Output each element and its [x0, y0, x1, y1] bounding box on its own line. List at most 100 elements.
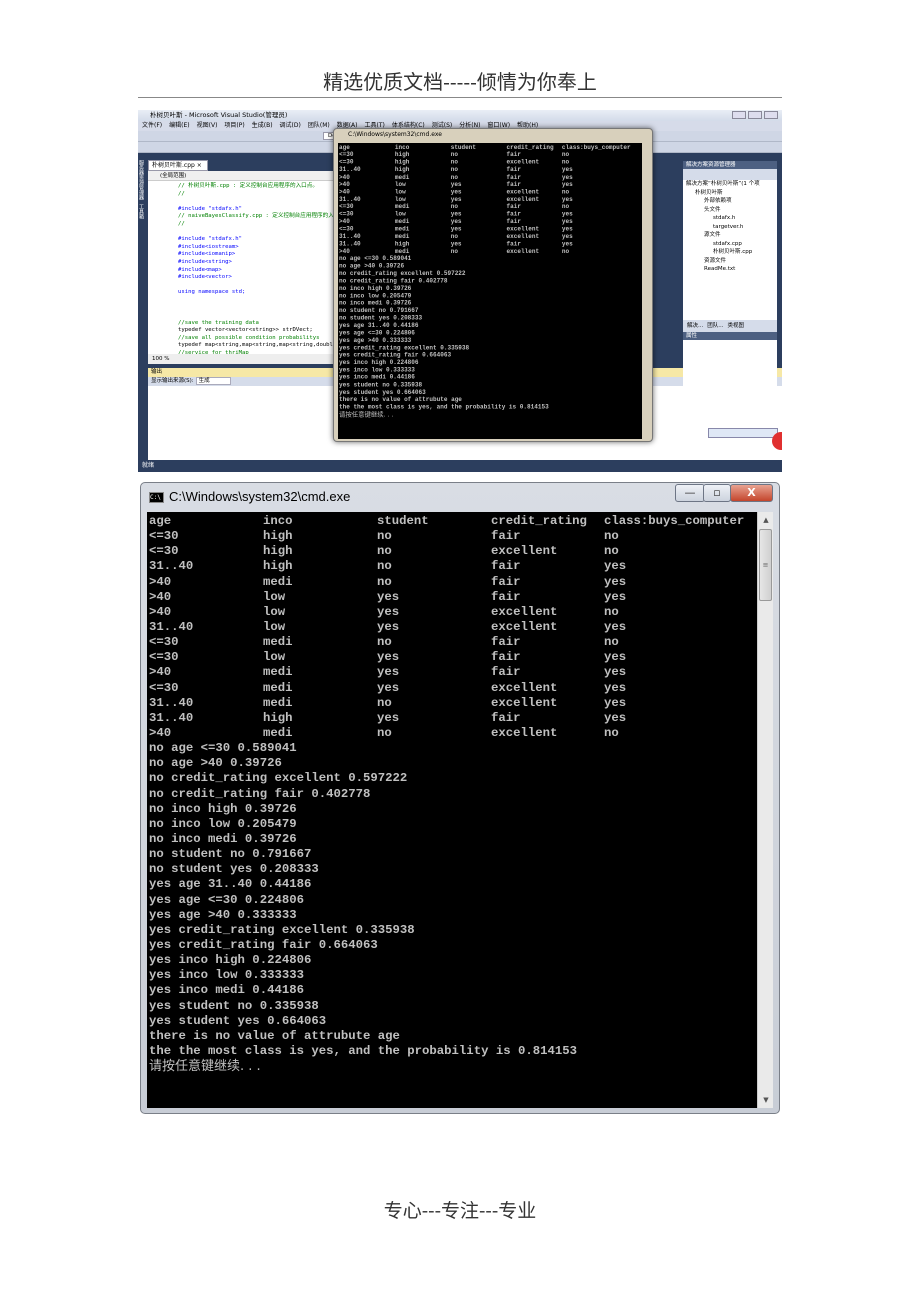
- vertical-scrollbar[interactable]: ▲ ≡ ▼: [757, 512, 773, 1108]
- console-cell: yes: [604, 559, 627, 574]
- cmd-title: C:\Windows\system32\cmd.exe: [169, 489, 351, 504]
- console-cell: high: [263, 710, 293, 725]
- menu-item[interactable]: 生成(B): [252, 121, 273, 131]
- console-cell: fair: [506, 218, 522, 226]
- console-cell: >40: [338, 181, 350, 188]
- console-cell: yes: [377, 650, 400, 665]
- console-cell: <=30: [338, 158, 354, 166]
- console-line: no inco low 0.205479: [149, 816, 297, 831]
- console-line: no age >40 0.39726: [338, 262, 405, 270]
- console-cell: excellent: [491, 725, 558, 740]
- console-cell: no: [377, 695, 392, 710]
- menu-item[interactable]: 团队(M): [308, 121, 330, 131]
- console-line: yes inco low 0.333333: [149, 968, 304, 983]
- console-line: no age <=30 0.589041: [338, 255, 412, 263]
- console-cell: no: [450, 233, 458, 240]
- solution-item[interactable]: 解决方案“朴树贝叶斯”(1 个项: [683, 180, 777, 189]
- cmd-console: age inco student credit_rating class:buys_co…: [147, 512, 759, 1108]
- solution-toolbar: [683, 169, 777, 180]
- console-cell: no: [450, 173, 458, 181]
- console-cell: yes: [561, 240, 573, 248]
- console-cell: no: [377, 635, 392, 650]
- close-button[interactable]: [764, 111, 778, 119]
- console-cell: yes: [604, 619, 627, 634]
- solution-item[interactable]: 源文件: [683, 231, 777, 240]
- console-line: no inco medi 0.39726: [149, 831, 297, 846]
- scrollbar-thumb[interactable]: ≡: [759, 529, 772, 601]
- console-cell: yes: [561, 233, 573, 240]
- console-cell: 31..40: [338, 233, 361, 240]
- console-line: yes inco medi 0.44186: [338, 373, 415, 381]
- console-cell: yes: [561, 195, 573, 203]
- solution-item[interactable]: stdafx.h: [683, 214, 777, 223]
- console-cell: medi: [394, 247, 410, 255]
- console-cell: medi: [263, 574, 293, 589]
- console-table-row: 31..40 high no fair yes: [149, 559, 759, 574]
- console-cell: credit_rating: [506, 143, 554, 151]
- menu-item[interactable]: 项目(P): [224, 121, 244, 131]
- console-cell: yes: [377, 619, 400, 634]
- console-cell: >40: [338, 188, 350, 196]
- console-cell: low: [263, 650, 286, 665]
- solution-item[interactable]: 资源文件: [683, 257, 777, 266]
- scroll-down-arrow-icon[interactable]: ▼: [758, 1092, 774, 1108]
- console-cell: yes: [377, 665, 400, 680]
- maximize-button[interactable]: ▫: [703, 484, 731, 502]
- console-cell: excellent: [506, 233, 540, 240]
- console-table-row: <=30 medi no fair no: [339, 203, 642, 210]
- console-cell: inco: [394, 143, 410, 151]
- menu-item[interactable]: 文件(F): [142, 121, 162, 131]
- solution-tab[interactable]: 类视图: [728, 320, 745, 332]
- close-button[interactable]: X: [730, 484, 773, 502]
- console-cell: 31..40: [338, 240, 361, 248]
- console-cell: 31..40: [149, 695, 194, 710]
- console-cell: age: [149, 514, 172, 528]
- console-cell: no: [377, 574, 392, 589]
- solution-item[interactable]: 朴树贝叶斯: [683, 189, 777, 198]
- console-line: yes credit_rating fair 0.664063: [338, 351, 452, 359]
- editor-tab[interactable]: 朴树贝叶斯.cpp ×: [148, 160, 208, 171]
- ime-toolbar[interactable]: [708, 428, 778, 438]
- console-cell: yes: [604, 680, 627, 695]
- solution-tab[interactable]: 解决...: [687, 320, 703, 332]
- solution-item[interactable]: 外部依赖项: [683, 197, 777, 206]
- console-cell: <=30: [338, 151, 354, 159]
- solution-item[interactable]: 头文件: [683, 206, 777, 215]
- console-cell: no: [377, 529, 392, 544]
- solution-explorer-title: 解决方案资源管理器: [683, 161, 777, 169]
- close-tab-icon[interactable]: ×: [197, 162, 202, 169]
- console-line: yes credit_rating excellent 0.335938: [338, 344, 470, 352]
- console-cell: fair: [491, 650, 521, 665]
- solution-item[interactable]: targetver.h: [683, 223, 777, 232]
- solution-tab[interactable]: 团队...: [707, 320, 723, 332]
- visual-studio-screenshot: 朴树贝叶斯 - Microsoft Visual Studio(管理员) 文件(…: [138, 110, 782, 472]
- console-cell: medi: [394, 173, 410, 181]
- console-cell: no: [450, 151, 458, 159]
- console-table-row: <=30 high no excellent no: [339, 159, 642, 166]
- menu-item[interactable]: 调试(D): [280, 121, 301, 131]
- solution-item[interactable]: stdafx.cpp: [683, 240, 777, 249]
- console-cell: fair: [491, 529, 521, 544]
- console-line: yes student yes 0.664063: [149, 1013, 327, 1028]
- page-header: 精选优质文档-----倾情为你奉上: [323, 70, 597, 94]
- maximize-button[interactable]: [748, 111, 762, 119]
- minimize-button[interactable]: [732, 111, 746, 119]
- console-table-row: >40 medi no fair yes: [149, 575, 759, 590]
- console-cell: yes: [450, 240, 462, 248]
- console-table-row: <=30 high no excellent no: [149, 544, 759, 559]
- menu-item[interactable]: 视图(V): [197, 121, 218, 131]
- side-tab-server-explorer[interactable]: 服务器资源管理器: [138, 160, 145, 200]
- minimize-button[interactable]: —: [675, 484, 705, 502]
- console-table-row: >40 low yes excellent no: [339, 188, 642, 195]
- console-message: the the most class is yes, and the proba…: [149, 1043, 578, 1058]
- console-line: no inco low 0.205479: [338, 292, 412, 300]
- scroll-up-arrow-icon[interactable]: ▲: [758, 512, 774, 528]
- solution-item[interactable]: 朴树贝叶斯.cpp: [683, 248, 777, 257]
- console-cell: no: [450, 203, 458, 211]
- solution-item[interactable]: ReadMe.txt: [683, 265, 777, 274]
- console-cell: 31..40: [149, 559, 194, 574]
- console-cell: excellent: [506, 158, 540, 166]
- side-tab-toolbox[interactable]: 工具箱: [138, 204, 145, 219]
- output-source-select[interactable]: 生成: [195, 377, 231, 385]
- menu-item[interactable]: 编辑(E): [169, 121, 189, 131]
